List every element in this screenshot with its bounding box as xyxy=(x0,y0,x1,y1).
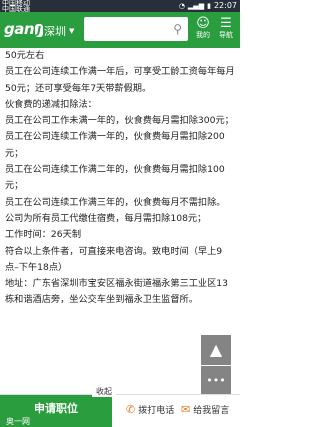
mine-label: 我的 xyxy=(196,31,210,39)
signal-icon: ▂▄▆ xyxy=(187,2,205,10)
search-box[interactable]: ⚲ xyxy=(84,17,188,41)
logo-text: gan xyxy=(4,20,35,38)
desc-line: 员工在公司工作未满一年的，伙食费每月需扣除300元； xyxy=(5,115,234,127)
apply-label: 申请职位 xyxy=(34,402,78,415)
user-icon: ☺ xyxy=(196,16,210,31)
status-icons: ◔ ▂▄▆ ▮ 22:07 xyxy=(179,1,237,11)
call-button[interactable]: ✆ 拨打电话 xyxy=(126,403,174,416)
back-to-top-button[interactable]: ▲ xyxy=(201,335,231,365)
carrier-info: 中国移动 中国联通 xyxy=(2,0,30,13)
desc-line: 地址：广东省深圳市宝安区福永街道福永第三工业区13栋和谐酒店旁，坐公交车坐到福永… xyxy=(5,278,229,306)
battery-icon: ▮ xyxy=(207,2,211,10)
chevron-down-icon: ▼ xyxy=(69,27,75,35)
city-selector[interactable]: 深圳 ▼ xyxy=(44,23,74,39)
ellipsis-icon: ••• xyxy=(206,374,226,387)
collapse-link[interactable]: 收起 xyxy=(92,386,116,397)
message-button[interactable]: ✉ 给我留言 xyxy=(181,403,229,416)
menu-icon: ☰ xyxy=(220,16,232,31)
arrow-up-icon: ▲ xyxy=(209,340,223,359)
logo-badge: J xyxy=(35,24,43,37)
city-label: 深圳 xyxy=(44,25,66,38)
desc-line: 50元左右 xyxy=(5,50,45,61)
call-label: 拨打电话 xyxy=(138,406,175,416)
desc-line: 伙食费的递减扣除法： xyxy=(5,98,97,110)
desc-line: 员工在公司连续工作满三年的，伙食费每月不需扣除。 xyxy=(5,196,226,208)
message-icon: ✉ xyxy=(181,403,191,416)
wifi-icon: ◔ xyxy=(178,2,185,10)
job-description: 50元左右 员工在公司连续工作满一年后，可享受工龄工资每年每月50元；还可享受每… xyxy=(5,48,235,309)
nav-label: 导航 xyxy=(219,31,233,39)
phone-icon: ✆ xyxy=(126,403,136,416)
desc-line: 员工在公司连续工作满二年的，伙食费每月需扣除100元； xyxy=(5,164,225,192)
message-label: 给我留言 xyxy=(193,406,230,416)
apply-job-button[interactable]: 申请职位 奥一网 xyxy=(0,395,112,427)
site-logo[interactable]: gan J xyxy=(4,20,43,38)
desc-line: 公司为所有员工代缴住宿费，每月需扣除108元； xyxy=(5,212,207,224)
desc-line: 员工在公司连续工作满一年后，可享受工龄工资每年每月50元；还可享受每年7天带薪假… xyxy=(5,66,235,94)
desc-line: 员工在公司连续工作满一年的，伙食费每月需扣除200元； xyxy=(5,131,225,159)
desc-line: 符合以上条件者，可直接来电咨询。致电时间（早上9点–下午18点） xyxy=(5,245,223,273)
clock-time: 22:07 xyxy=(213,1,237,10)
more-button[interactable]: ••• xyxy=(201,366,231,396)
search-icon[interactable]: ⚲ xyxy=(173,22,182,36)
app-header: gan J 深圳 ▼ ⚲ ☺ 我的 ☰ 导航 xyxy=(0,12,240,48)
mine-button[interactable]: ☺ 我的 xyxy=(191,16,215,40)
nav-button[interactable]: ☰ 导航 xyxy=(214,16,238,40)
status-bar: 中国移动 中国联通 ◔ ▂▄▆ ▮ 22:07 xyxy=(0,0,240,13)
bottom-action-bar: 申请职位 奥一网 收起 ✆ 拨打电话 ✉ 给我留言 xyxy=(0,386,240,427)
desc-line: 工作时间：26天制 xyxy=(5,229,82,241)
